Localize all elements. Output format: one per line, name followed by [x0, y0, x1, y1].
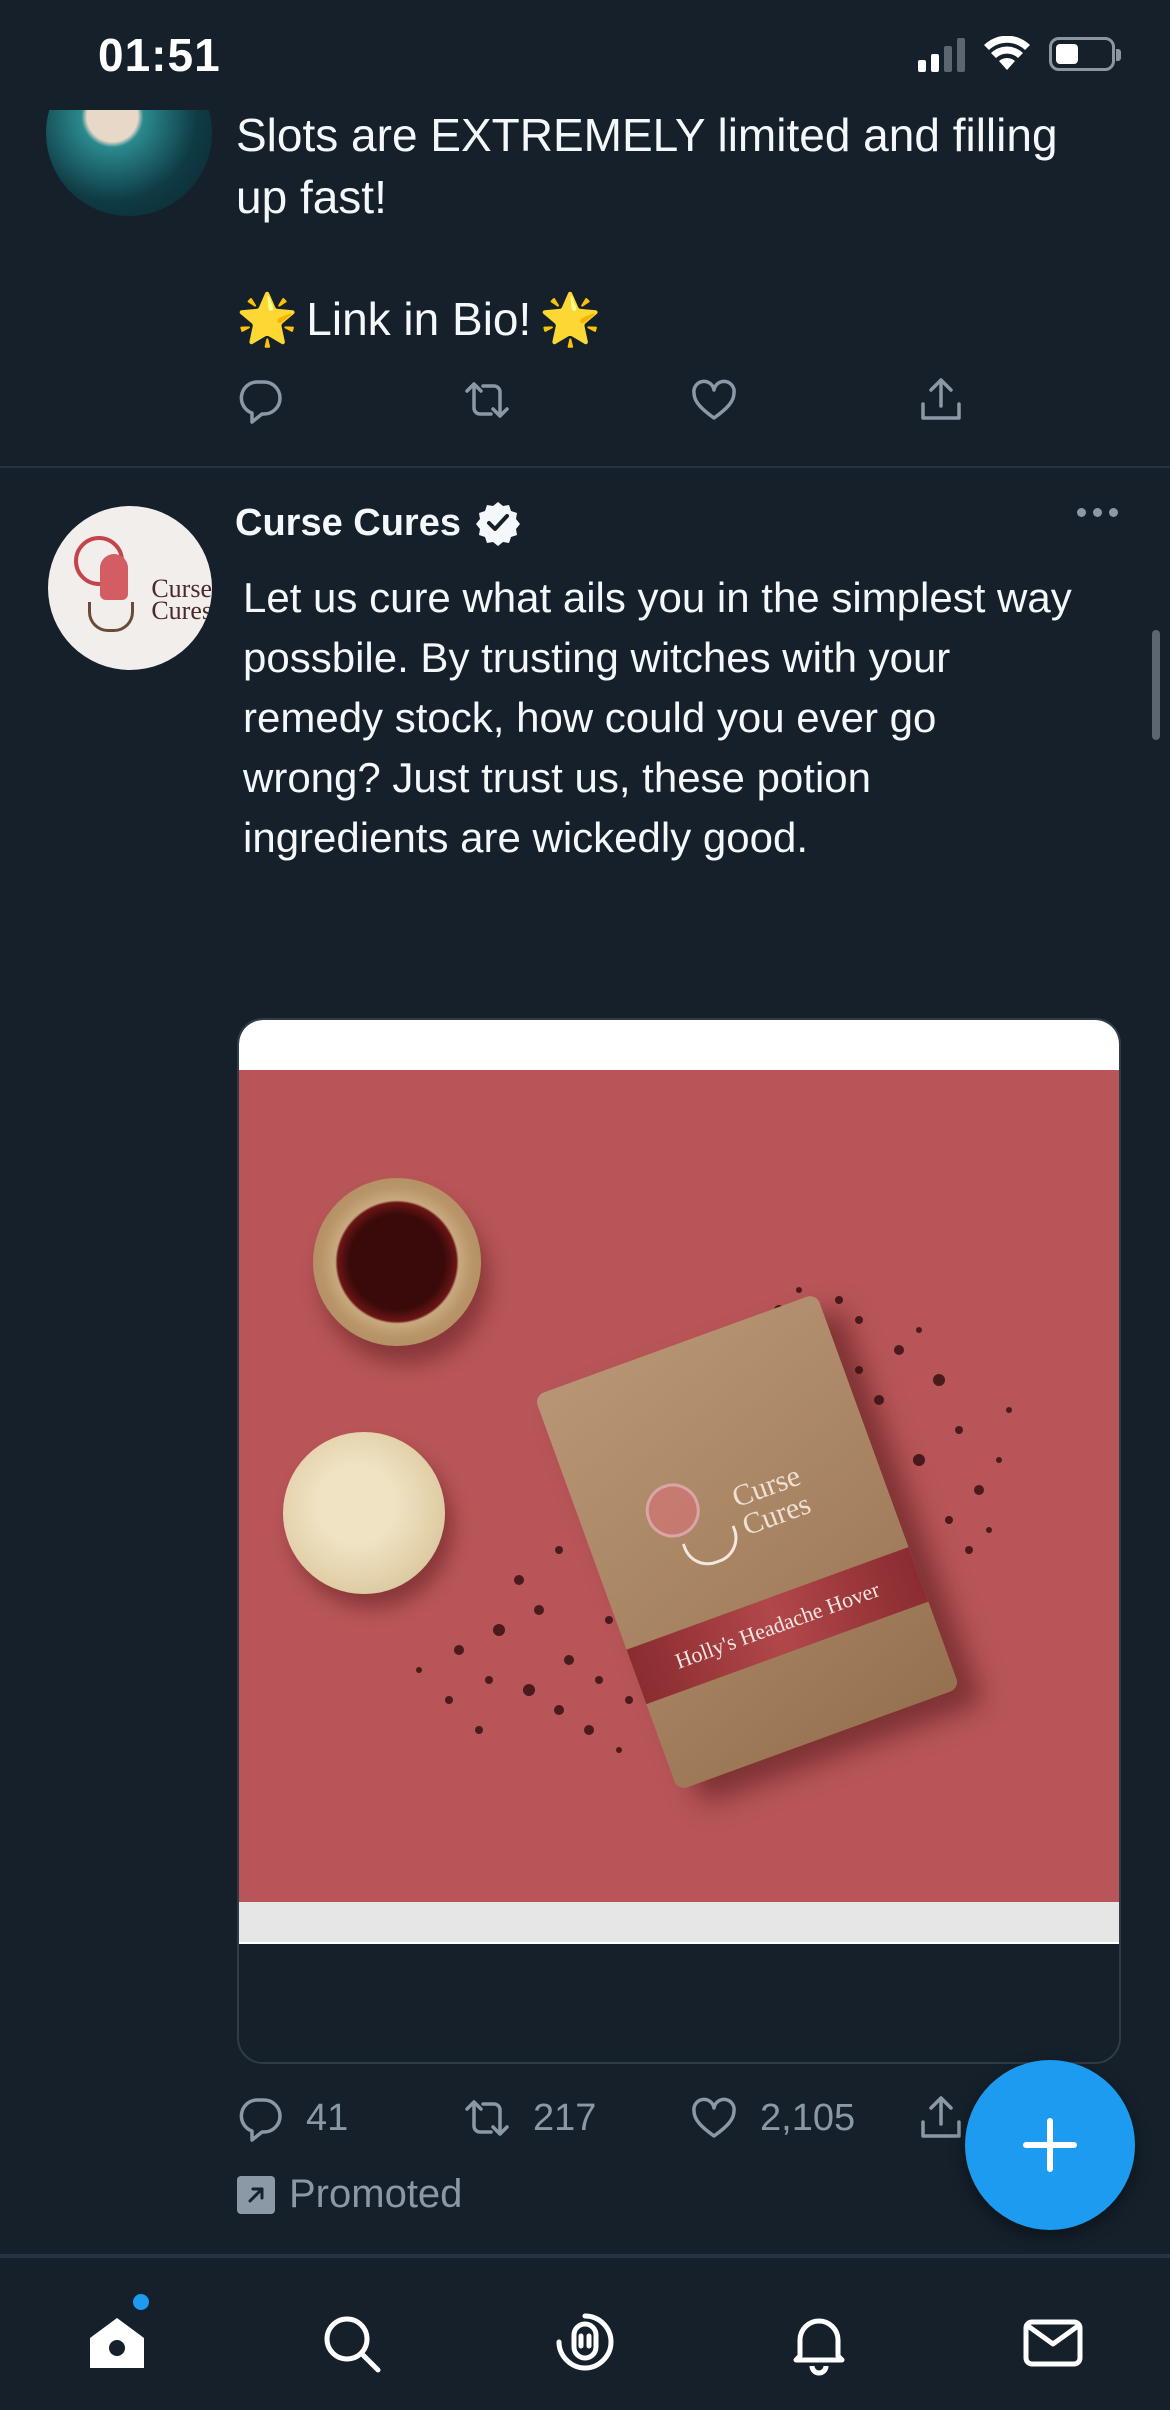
author-avatar[interactable]: Curse Cures [48, 506, 212, 670]
pouch-logo-bubble-icon [638, 1475, 708, 1546]
reply-count: 41 [306, 2096, 349, 2139]
like-button[interactable] [690, 376, 917, 424]
pouch-logo: Curse Cures [632, 1423, 852, 1601]
tea-tin-lid [283, 1432, 445, 1594]
star-emoji: 🌟 [236, 291, 299, 347]
battery-icon [1049, 37, 1121, 71]
compose-tweet-button[interactable] [965, 2060, 1135, 2230]
author-name[interactable]: Curse Cures [235, 502, 461, 545]
heart-icon [692, 379, 736, 420]
status-icons [918, 32, 1121, 76]
nav-home[interactable] [82, 2308, 152, 2378]
avatar-logo-text: Curse Cures [151, 574, 212, 625]
tweet-divider [0, 466, 1170, 468]
star-emoji: 🌟 [539, 291, 602, 347]
retweet-icon [465, 382, 509, 418]
cellular-signal-icon [918, 36, 965, 72]
tweet-media-card[interactable]: Curse Cures Holly's Headache Hover [237, 1018, 1121, 2064]
spaces-icon [556, 2313, 614, 2371]
nav-notifications[interactable] [784, 2308, 854, 2378]
previous-tweet-actions [236, 376, 1144, 424]
nav-messages[interactable] [1018, 2308, 1088, 2378]
tweet-author[interactable]: Curse Cures [235, 500, 521, 546]
reply-icon [239, 2098, 282, 2142]
wifi-icon [984, 36, 1030, 70]
status-time: 01:51 [98, 29, 221, 81]
previous-tweet-link-line: 🌟 Link in Bio! 🌟 [236, 288, 602, 350]
pouch-brand-text: Curse Cures [727, 1459, 815, 1543]
plus-icon [1023, 2118, 1077, 2172]
promoted-label: Promoted [289, 2172, 463, 2216]
more-options-icon[interactable] [1077, 508, 1118, 517]
search-icon [324, 2316, 381, 2373]
product-photo: Curse Cures Holly's Headache Hover [239, 1070, 1119, 1902]
heart-icon [692, 2097, 736, 2138]
promoted-icon [237, 2175, 275, 2214]
retweet-count: 217 [533, 2096, 597, 2139]
pouch-logo-teacup-icon [681, 1525, 745, 1573]
bottom-navigation [0, 2256, 1170, 2410]
media-bottom-band [239, 1902, 1119, 1942]
share-icon [921, 2096, 961, 2138]
notifications-icon [793, 2318, 845, 2376]
promoted-indicator: Promoted [237, 2172, 462, 2217]
home-notification-dot [133, 2294, 149, 2310]
tweet-text: Let us cure what ails you in the simples… [243, 574, 1072, 861]
link-in-bio-text: Link in Bio! [306, 293, 532, 345]
like-count: 2,105 [760, 2096, 856, 2139]
share-button[interactable] [917, 376, 1144, 424]
retweet-button[interactable] [463, 376, 690, 424]
verified-badge-icon [475, 500, 521, 546]
tea-tin [313, 1178, 481, 1346]
reply-button[interactable] [236, 376, 463, 424]
nav-spaces[interactable] [550, 2308, 620, 2378]
tweet-media-image[interactable]: Curse Cures Holly's Headache Hover [239, 1020, 1119, 1944]
like-button[interactable]: 2,105 [690, 2094, 917, 2142]
status-bar: 01:51 [0, 0, 1170, 110]
reply-button[interactable]: 41 [236, 2094, 463, 2142]
previous-tweet-text: Slots are EXTREMELY limited and filling … [236, 109, 1058, 223]
share-icon [921, 378, 961, 420]
reply-icon [239, 380, 282, 424]
nav-search[interactable] [316, 2308, 386, 2378]
scrollbar-thumb[interactable] [1152, 630, 1160, 740]
messages-icon [1023, 2319, 1083, 2367]
home-icon [90, 2318, 144, 2368]
retweet-button[interactable]: 217 [463, 2094, 690, 2142]
retweet-icon [465, 2100, 509, 2136]
